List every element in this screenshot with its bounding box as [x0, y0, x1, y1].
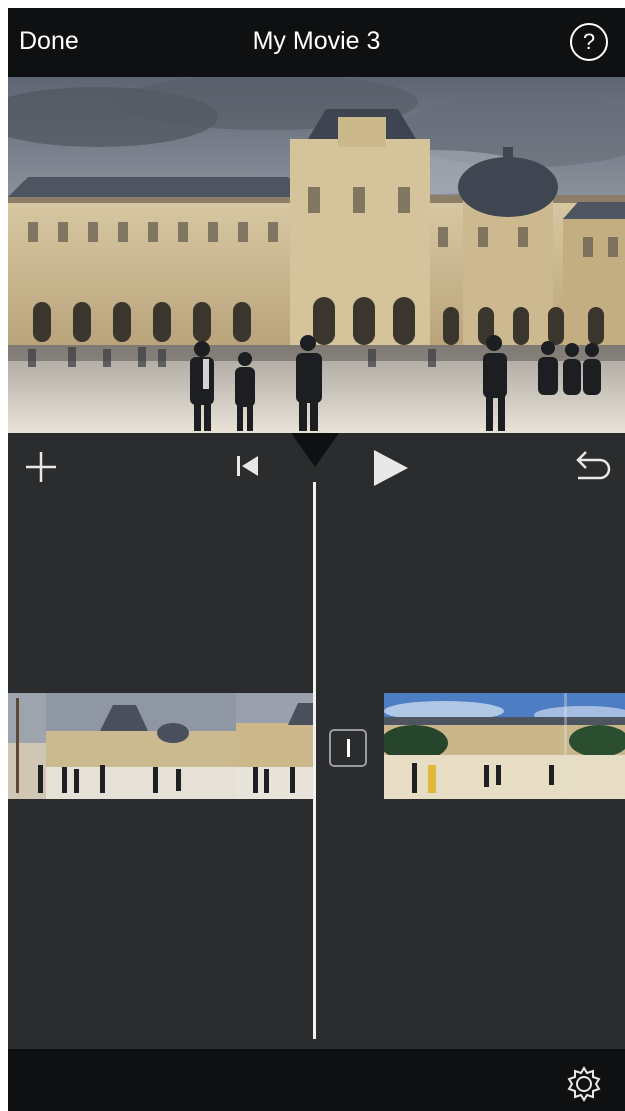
timeline-clip[interactable]: [8, 693, 313, 799]
project-settings-button[interactable]: [564, 1064, 604, 1104]
skip-to-start-button[interactable]: [234, 453, 260, 479]
clip-thumbnail-strip: [384, 693, 625, 799]
play-button[interactable]: [370, 448, 410, 488]
undo-icon: [576, 451, 611, 480]
transition-icon: [347, 739, 350, 757]
transition-button[interactable]: [329, 729, 367, 767]
add-media-button[interactable]: [24, 450, 58, 484]
timeline-clip[interactable]: [384, 693, 625, 799]
skip-to-start-icon: [237, 456, 258, 476]
play-icon: [374, 450, 408, 486]
playback-toolbar: [8, 433, 625, 493]
timeline[interactable]: [8, 482, 625, 1049]
settings-gear-icon: [567, 1066, 601, 1102]
playhead-marker: [291, 433, 339, 467]
imovie-project-screen: Done My Movie 3 ?: [8, 8, 625, 1111]
bottom-toolbar: [8, 1049, 625, 1111]
video-preview[interactable]: [8, 77, 625, 433]
undo-button[interactable]: [570, 448, 612, 484]
preview-photo: [8, 77, 625, 433]
clip-thumbnail-strip: [8, 693, 313, 799]
project-title: My Movie 3: [252, 27, 381, 55]
navigation-bar: Done My Movie 3 ?: [8, 8, 625, 77]
help-button[interactable]: ?: [570, 23, 608, 61]
add-icon: [26, 452, 56, 482]
playhead[interactable]: [313, 482, 316, 1039]
